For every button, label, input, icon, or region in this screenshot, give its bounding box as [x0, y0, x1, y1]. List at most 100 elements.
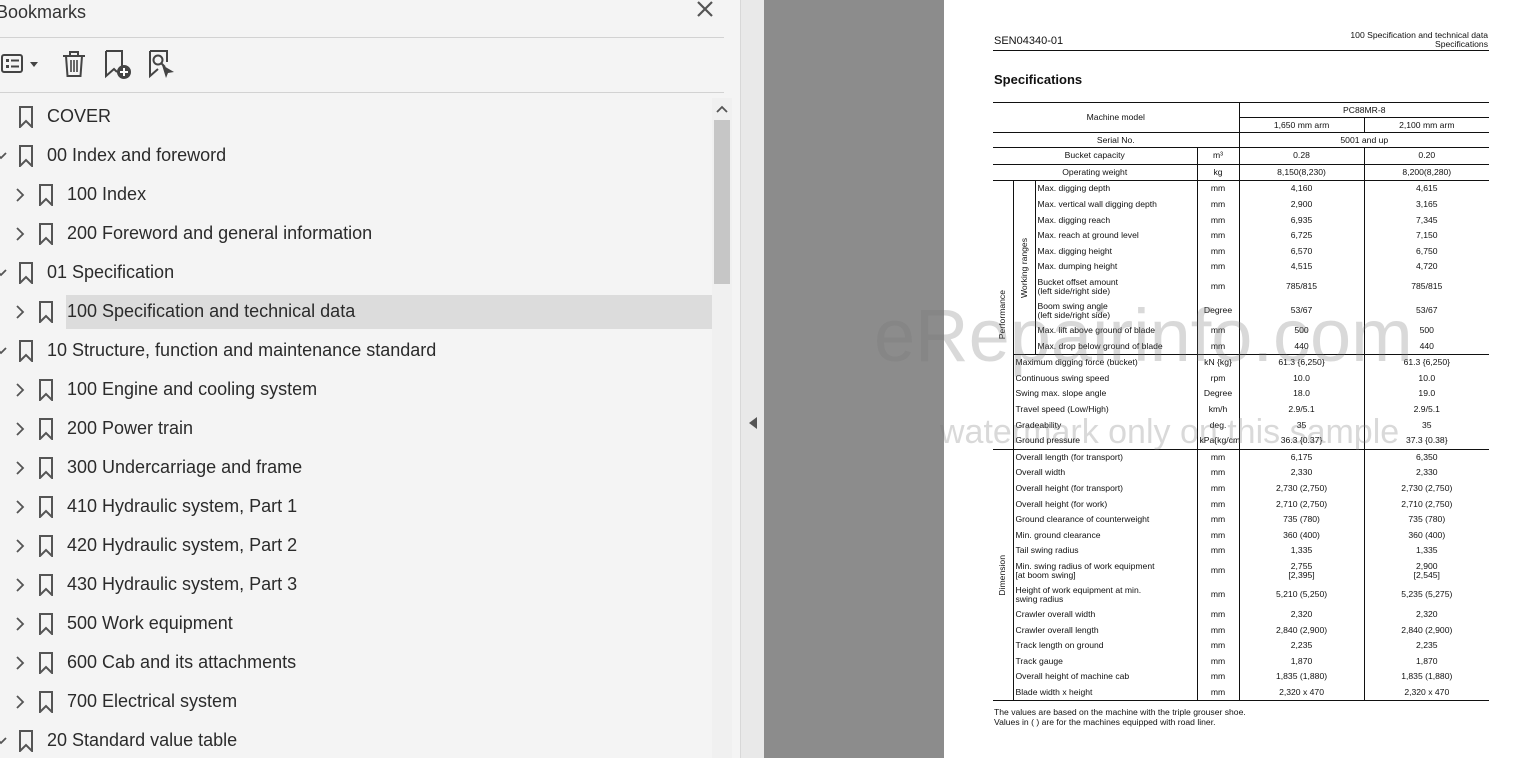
- bookmark-item[interactable]: 600 Cab and its attachments: [0, 646, 712, 680]
- row-unit: mm: [1196, 684, 1240, 702]
- bookmark-scrollbar[interactable]: [712, 98, 732, 758]
- chevron-down-icon[interactable]: [0, 263, 8, 283]
- value-arm-a: 2,235: [1238, 637, 1365, 654]
- value-arm-b: 1,835 (1,880): [1363, 669, 1490, 685]
- table-row: Maximum digging force (bucket) kN {kg} 61.…: [993, 353, 1490, 371]
- row-label: Track length on ground: [1012, 637, 1197, 654]
- trash-icon: [63, 51, 85, 77]
- find-bookmark-button[interactable]: [144, 47, 178, 81]
- value-arm-a: 4,160: [1238, 180, 1365, 197]
- doc-heading: Specifications: [994, 72, 1083, 87]
- value-arm-a: 360 (400): [1238, 527, 1365, 544]
- chevron-right-icon[interactable]: [13, 692, 27, 712]
- table-row: Crawler overall width mm 2,320 2,320: [993, 606, 1490, 623]
- bookmark-item[interactable]: 100 Index: [0, 178, 712, 212]
- chevron-right-icon[interactable]: [13, 224, 27, 244]
- row-unit: mm: [1196, 669, 1240, 685]
- row-unit: mm: [1196, 338, 1240, 355]
- close-panel-button[interactable]: [692, 0, 718, 24]
- chevron-right-icon[interactable]: [13, 653, 27, 673]
- value-arm-b: 2.9/5.1: [1363, 401, 1490, 418]
- new-bookmark-button[interactable]: [100, 47, 134, 81]
- scroll-up-button[interactable]: [712, 98, 732, 120]
- row-label: Ground clearance of counterweight: [1012, 511, 1197, 528]
- row-unit: mm: [1196, 480, 1240, 497]
- value-arm-b: 8,200(8,280): [1363, 163, 1490, 181]
- chevron-right-icon[interactable]: [13, 185, 27, 205]
- bookmark-label: 300 Undercarriage and frame: [67, 457, 303, 477]
- options-menu-button[interactable]: [0, 47, 42, 81]
- chevron-right-icon[interactable]: [13, 536, 27, 556]
- row-label: Max. reach at ground level: [1034, 227, 1197, 244]
- dimension-label: Dimension: [997, 554, 1008, 596]
- chevron-right-icon[interactable]: [13, 419, 27, 439]
- row-unit: mm: [1196, 496, 1240, 512]
- bookmark-label: 01 Specification: [47, 262, 175, 282]
- table-row: Overall width mm 2,330 2,330: [993, 465, 1490, 481]
- chevron-right-icon[interactable]: [13, 614, 27, 634]
- chevron-down-icon[interactable]: [0, 341, 8, 361]
- chevron-right-icon[interactable]: [13, 380, 27, 400]
- row-unit: mm: [1196, 448, 1240, 466]
- chevron-down-icon[interactable]: [0, 731, 8, 751]
- row-label: Tail swing radius: [1012, 543, 1197, 559]
- table-row: Min. swing radius of work equipment [at b…: [993, 558, 1490, 583]
- performance-label: Performance: [997, 290, 1008, 340]
- bookmark-item[interactable]: 500 Work equipment: [0, 607, 712, 641]
- bookmark-item[interactable]: 300 Undercarriage and frame: [0, 451, 712, 485]
- bookmark-item[interactable]: 20 Standard value table: [0, 724, 712, 758]
- row-unit: mm: [1196, 527, 1240, 544]
- chevron-right-icon[interactable]: [13, 497, 27, 517]
- header-divider: [0, 37, 724, 38]
- footnote-2: Values in ( ) are for the machines equip…: [994, 717, 1216, 727]
- bookmark-item[interactable]: 200 Power train: [0, 412, 712, 446]
- row-label: Max. dumping height: [1034, 259, 1197, 275]
- bookmark-icon: [38, 691, 54, 713]
- scroll-thumb[interactable]: [714, 120, 730, 284]
- value-arm-a: 785/815: [1238, 274, 1365, 299]
- chevron-up-icon: [716, 105, 728, 113]
- row-label: Max. digging height: [1034, 243, 1197, 260]
- row-label: Continuous swing speed: [1012, 370, 1197, 387]
- value-arm-a: 36.3 {0.37}: [1238, 432, 1365, 449]
- bookmark-item[interactable]: 10 Structure, function and maintenance s…: [0, 334, 712, 368]
- bookmark-tree: COVER 00 Index and foreword 100 Index 200 F…: [0, 98, 712, 758]
- document-viewer[interactable]: SEN04340-01 100 Specification and techni…: [764, 0, 1536, 758]
- bookmark-item[interactable]: 01 Specification: [0, 256, 712, 290]
- row-label: Gradeability: [1012, 417, 1197, 433]
- value-arm-b: 61.3 {6,250}: [1363, 353, 1490, 371]
- row-label: Crawler overall length: [1012, 622, 1197, 638]
- bookmark-icon: [38, 613, 54, 635]
- bookmark-item[interactable]: 430 Hydraulic system, Part 3: [0, 568, 712, 602]
- value-arm-b: 10.0: [1363, 370, 1490, 387]
- bookmark-item[interactable]: 00 Index and foreword: [0, 139, 712, 173]
- arm-a-header: 1,650 mm arm: [1238, 117, 1365, 133]
- bookmark-item[interactable]: 100 Specification and technical data: [0, 295, 712, 329]
- chevron-right-icon[interactable]: [13, 458, 27, 478]
- machine-model-label: Machine model: [993, 102, 1240, 133]
- value-arm-b: 2,730 (2,750): [1363, 480, 1490, 497]
- table-row: Max. drop below ground of blade mm 440 440: [993, 338, 1490, 355]
- collapse-panel-button[interactable]: [746, 414, 760, 432]
- chevron-down-icon[interactable]: [0, 146, 8, 166]
- panel-splitter[interactable]: [740, 0, 764, 758]
- bookmark-item[interactable]: 100 Engine and cooling system: [0, 373, 712, 407]
- bookmark-item[interactable]: 700 Electrical system: [0, 685, 712, 719]
- table-row: Height of work equipment at min. swing ra…: [993, 582, 1490, 607]
- bookmark-item[interactable]: 420 Hydraulic system, Part 2: [0, 529, 712, 563]
- value-arm-a: 4,515: [1238, 259, 1365, 275]
- row-label: Min. ground clearance: [1012, 527, 1197, 544]
- delete-bookmark-button[interactable]: [58, 47, 90, 81]
- table-row: Dimension Overall length (for transport) m…: [993, 448, 1490, 702]
- table-row: Min. ground clearance mm 360 (400) 360 (400…: [993, 527, 1490, 544]
- bookmark-label: 200 Foreword and general information: [67, 223, 373, 243]
- bookmark-item[interactable]: 200 Foreword and general information: [0, 217, 712, 251]
- cell-line: (left side/right side): [1037, 285, 1111, 296]
- header-subsection-title: Specifications: [1434, 39, 1488, 49]
- bookmark-item[interactable]: COVER: [0, 100, 712, 134]
- chevron-right-icon[interactable]: [13, 575, 27, 595]
- value-arm-a: 2,730 (2,750): [1238, 480, 1365, 497]
- table-row: Performance Working ranges Max. digging de…: [993, 180, 1490, 450]
- chevron-right-icon[interactable]: [13, 302, 27, 322]
- bookmark-item[interactable]: 410 Hydraulic system, Part 1: [0, 490, 712, 524]
